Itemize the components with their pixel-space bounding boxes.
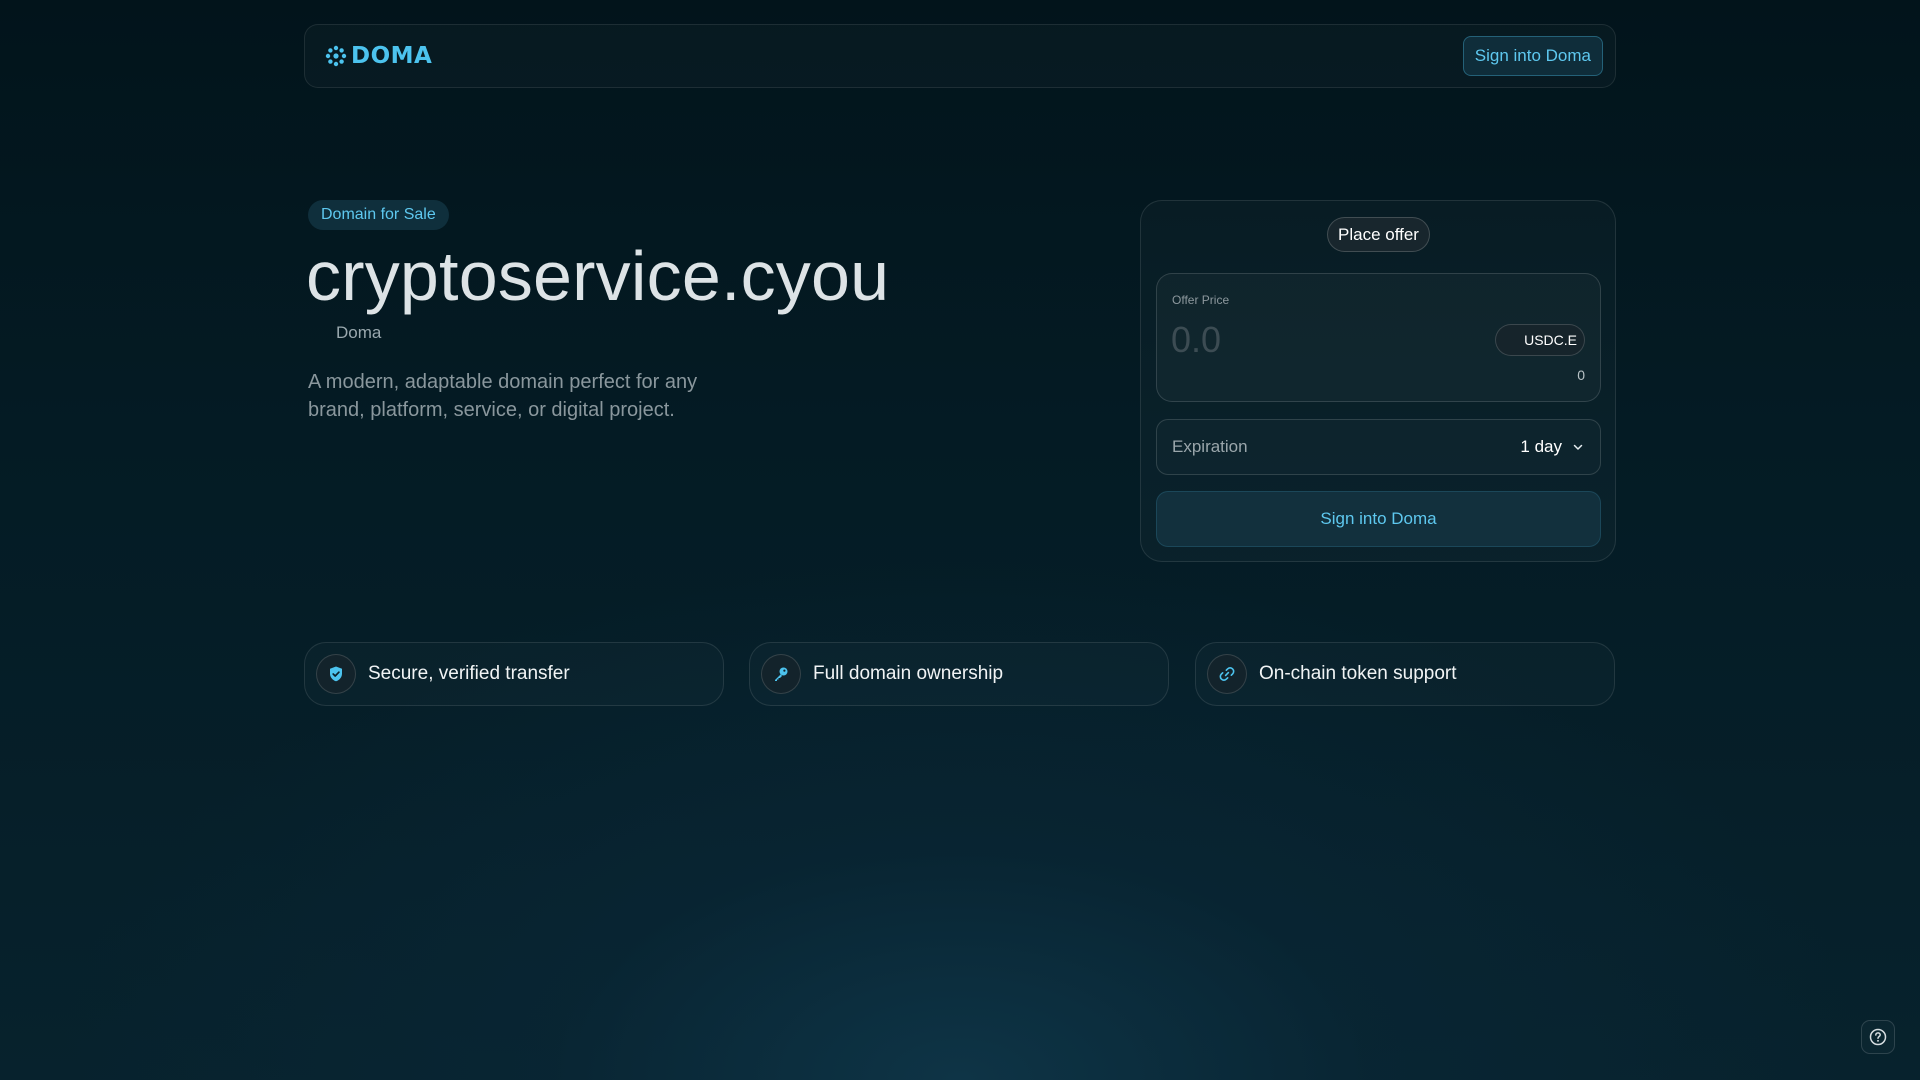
shield-check-icon <box>330 666 342 682</box>
offer-sign-in-button[interactable]: Sign into Doma <box>1156 491 1601 547</box>
feature-label: On-chain token support <box>1259 663 1457 684</box>
logo-text: DOMA <box>351 43 433 69</box>
help-button[interactable] <box>1861 1020 1895 1054</box>
expiration-value: 1 day <box>1520 437 1562 456</box>
registrar-label: Doma <box>336 323 382 342</box>
offer-price-label: Offer Price <box>1172 293 1230 307</box>
feature-icon-wrap <box>1207 654 1247 694</box>
expiration-value-wrap: 1 day <box>1520 437 1584 457</box>
feature-secure-transfer: Secure, verified transfer <box>304 642 724 706</box>
chevron-down-icon <box>1573 444 1583 450</box>
feature-onchain-token: On-chain token support <box>1195 642 1615 706</box>
offer-price-balance: 0 <box>1577 367 1585 383</box>
feature-icon-wrap <box>761 654 801 694</box>
domain-description: A modern, adaptable domain perfect for a… <box>308 371 698 421</box>
offer-price-input[interactable] <box>1171 318 1471 362</box>
currency-selector[interactable]: USDC.E <box>1495 324 1585 356</box>
help-icon <box>1869 1028 1887 1046</box>
doma-logo[interactable]: DOMA <box>325 43 432 69</box>
offer-price-box: Offer Price USDC.E 0 <box>1156 273 1601 402</box>
expiration-label: Expiration <box>1172 437 1248 456</box>
doma-logo-icon <box>325 45 347 67</box>
feature-icon-wrap <box>316 654 356 694</box>
expiration-select[interactable]: Expiration 1 day <box>1156 419 1601 475</box>
feature-label: Full domain ownership <box>813 663 1004 684</box>
key-icon <box>775 667 788 681</box>
link-icon <box>1219 667 1235 681</box>
tab-place-offer[interactable]: Place offer <box>1327 217 1430 252</box>
header-sign-in-button[interactable]: Sign into Doma <box>1462 36 1603 76</box>
feature-label: Secure, verified transfer <box>368 663 570 684</box>
feature-full-ownership: Full domain ownership <box>749 642 1169 706</box>
domain-name-title: cryptoservice.cyou <box>306 237 890 315</box>
top-navbar: DOMA Sign into Doma <box>304 24 1616 88</box>
domain-for-sale-badge: Domain for Sale <box>308 200 449 230</box>
currency-label: USDC.E <box>1524 332 1577 348</box>
offer-card: Place offer Offer Price USDC.E 0 Expirat… <box>1140 200 1616 562</box>
